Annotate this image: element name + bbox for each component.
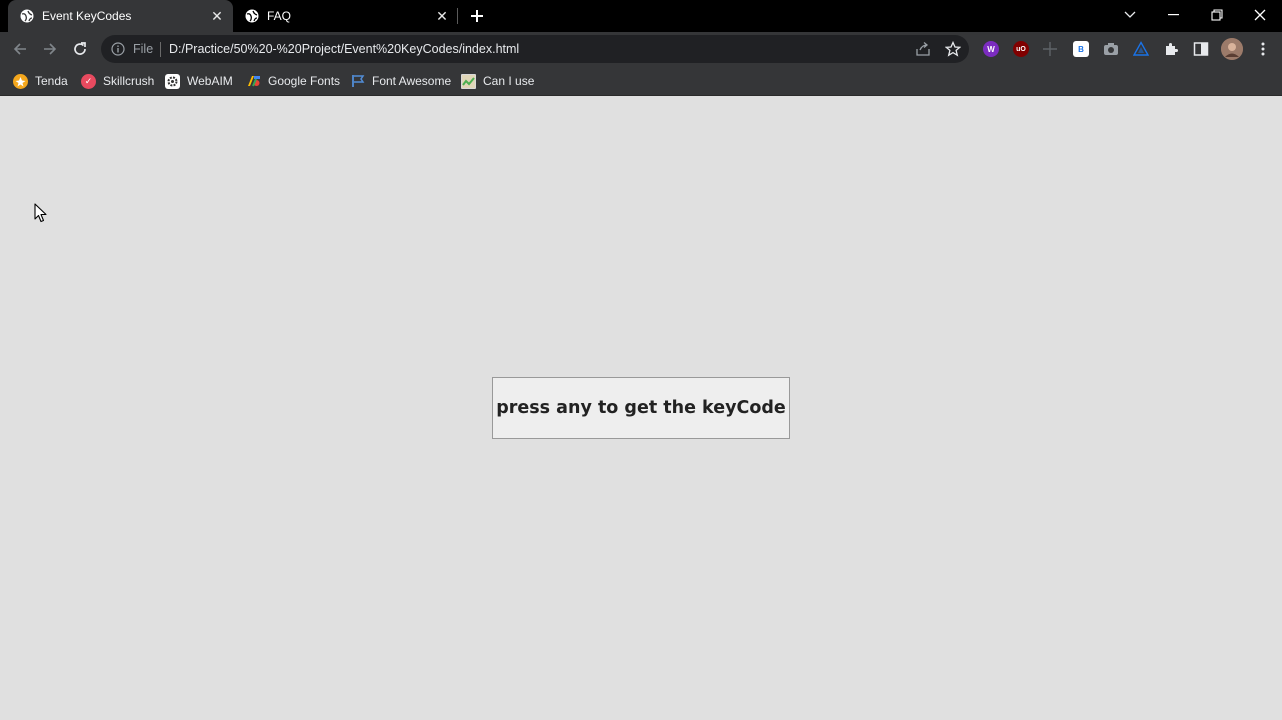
w-extension-icon[interactable]: W [983,41,999,57]
new-tab-button[interactable] [467,6,487,26]
tab-faq[interactable]: FAQ ✕ [233,0,458,32]
share-icon[interactable] [915,41,931,57]
google-fonts-icon [246,74,261,89]
bookmark-font-awesome[interactable]: Font Awesome [350,72,451,90]
bookmark-star-icon[interactable] [945,41,961,57]
bookmark-label: Tenda [35,74,68,88]
bookmark-label: Font Awesome [372,74,452,88]
tenda-icon [13,73,28,89]
bookmark-label: Can I use [483,74,535,88]
puzzle-extensions-icon[interactable] [1163,41,1179,57]
camera-extension-icon[interactable] [1103,41,1119,57]
scheme-label: File [133,42,154,56]
url-text[interactable]: D:/Practice/50%20-%20Project/Event%20Key… [169,42,519,56]
bookmark-label: Skillcrush [103,74,155,88]
globe-icon [245,9,259,23]
tab-strip: Event KeyCodes ✕ FAQ ✕ [0,0,1282,32]
close-window-button[interactable] [1240,0,1280,30]
reload-button[interactable] [69,38,91,60]
ublock-icon[interactable]: uO [1013,41,1029,57]
bookmark-caniuse[interactable]: Can I use [461,72,534,90]
measure-extension-icon[interactable] [1042,41,1058,57]
address-bar[interactable]: File D:/Practice/50%20-%20Project/Event%… [101,35,969,63]
key-prompt-box: press any to get the keyCode [492,377,790,439]
caniuse-icon [461,73,476,89]
globe-icon [20,9,34,23]
back-button[interactable] [9,38,31,60]
minimize-button[interactable] [1154,0,1194,30]
skillcrush-icon: ✓ [81,73,96,89]
tab-event-keycodes[interactable]: Event KeyCodes ✕ [8,0,233,32]
tab-separator [457,8,458,24]
close-icon[interactable]: ✕ [209,8,225,24]
font-awesome-icon [350,74,365,89]
forward-button[interactable] [39,38,61,60]
address-separator [160,42,161,57]
page-content: press any to get the keyCode [0,96,1282,720]
bookmark-label: Google Fonts [268,74,341,88]
tab-search-chevron-icon[interactable] [1110,0,1150,30]
webaim-icon [165,73,180,89]
mouse-cursor-icon [34,203,47,223]
side-panel-icon[interactable] [1193,41,1209,57]
bookmark-label: WebAIM [187,74,233,88]
browser-toolbar: File D:/Practice/50%20-%20Project/Event%… [0,32,1282,66]
restore-button[interactable] [1197,0,1237,30]
tab-title: Event KeyCodes [42,9,132,23]
tab-title: FAQ [267,9,292,23]
bookmark-tenda[interactable]: Tenda [13,72,68,90]
triangle-extension-icon[interactable] [1133,41,1149,57]
profile-avatar[interactable] [1221,38,1243,60]
bookmarks-bar: Tenda ✓ Skillcrush WebAIM Google Fonts F… [0,66,1282,96]
info-icon[interactable] [111,42,125,56]
bookmark-webaim[interactable]: WebAIM [165,72,233,90]
close-icon[interactable]: ✕ [434,8,450,24]
bookmark-google-fonts[interactable]: Google Fonts [246,72,340,90]
bookmark-skillcrush[interactable]: ✓ Skillcrush [81,72,154,90]
b-extension-icon[interactable]: B [1073,41,1089,57]
menu-kebab-icon[interactable] [1255,41,1271,57]
